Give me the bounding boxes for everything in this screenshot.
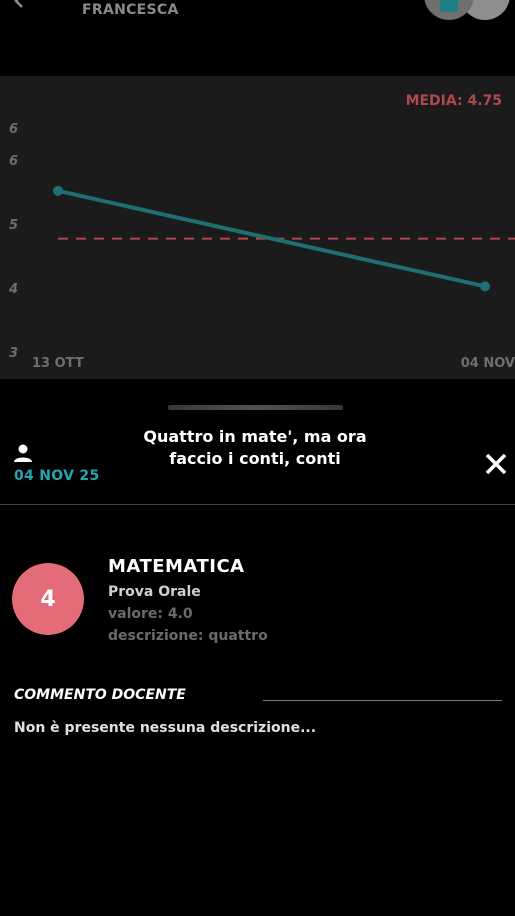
avatar-primary[interactable]: [424, 0, 474, 20]
x-tick-label: 04 NOV: [461, 356, 515, 371]
comment-body: Non è presente nessuna descrizione...: [14, 720, 317, 736]
comment-divider: [263, 700, 502, 701]
average-label: MEDIA: 4.75: [406, 93, 502, 109]
y-tick-label: 3: [9, 346, 18, 361]
x-tick-label: 13 OTT: [32, 356, 84, 371]
grade-date: 04 NOV 25: [14, 468, 100, 484]
grade-valore: valore: 4.0: [108, 606, 193, 622]
grade-chart: MEDIA: 4.75 6 6 5 4 3 13 OTT 04 NOV: [0, 76, 515, 379]
y-tick-label: 5: [9, 218, 18, 233]
y-tick-label: 6: [9, 154, 18, 169]
data-point[interactable]: [480, 281, 490, 292]
close-icon[interactable]: [484, 452, 508, 476]
subject-name: MATEMATICA: [108, 556, 245, 577]
top-bar: FRANCESCA: [0, 0, 515, 76]
grade-detail-sheet: 04 NOV 25 Quattro in mate', ma ora facci…: [0, 379, 515, 916]
comment-title: COMMENTO DOCENTE: [14, 687, 186, 703]
back-arrow-icon[interactable]: [12, 0, 26, 8]
divider: [0, 504, 515, 505]
user-name: FRANCESCA: [82, 2, 179, 18]
person-icon: [14, 444, 32, 462]
y-tick-label: 6: [9, 122, 18, 137]
y-tick-label: 4: [8, 282, 18, 297]
grade-type: Prova Orale: [108, 584, 201, 600]
data-point[interactable]: [53, 185, 63, 196]
faded-text: [168, 405, 343, 410]
grade-value-badge: 4: [12, 563, 84, 635]
chart-svg: MEDIA: 4.75 6 6 5 4 3 13 OTT 04 NOV: [8, 93, 515, 371]
grade-title: Quattro in mate', ma ora faccio i conti,…: [143, 427, 367, 468]
grade-description: descrizione: quattro: [108, 628, 268, 644]
avatar-group[interactable]: [424, 0, 514, 22]
